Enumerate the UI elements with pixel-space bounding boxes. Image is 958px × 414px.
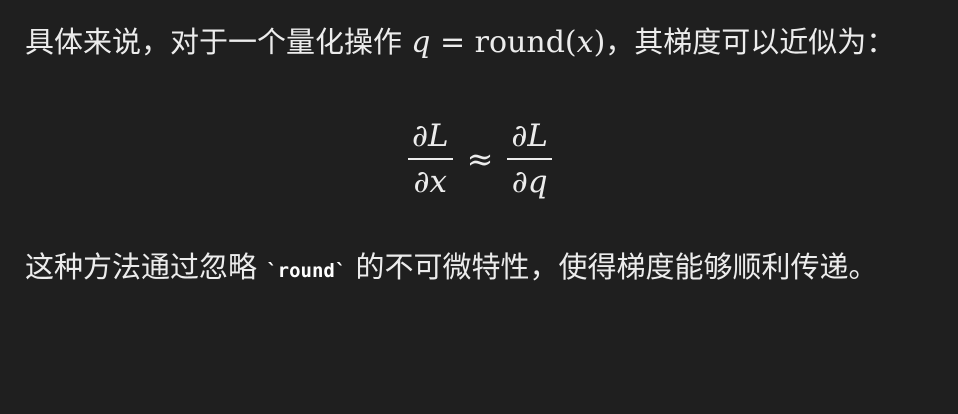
explanation-text-tail: 的不可微特性，使得梯度能够顺利传递。: [346, 250, 878, 284]
answer-content: 具体来说，对于一个量化操作 q = round(x)，其梯度可以近似为： ∂L …: [25, 0, 935, 297]
math-paren-close: ): [593, 25, 606, 60]
math-var-x: x: [576, 25, 594, 60]
math-equals: =: [430, 25, 475, 60]
lhs-fraction-bar: [407, 158, 453, 160]
lhs-numerator: ∂L: [411, 118, 449, 154]
paragraph-intro: 具体来说，对于一个量化操作 q = round(x)，其梯度可以近似为：: [25, 0, 935, 68]
math-paren-open: (: [564, 25, 577, 60]
inline-math-formula: q = round(x): [411, 25, 605, 60]
inline-code-round: `round`: [266, 260, 347, 282]
display-equation: ∂L ∂x ≈ ∂L ∂q: [25, 106, 935, 212]
approx-symbol: ≈: [466, 140, 494, 178]
rhs-fraction-bar: [507, 158, 553, 160]
rhs-denominator: ∂q: [511, 164, 548, 200]
paragraph-explanation: 这种方法通过忽略 `round` 的不可微特性，使得梯度能够顺利传递。: [25, 242, 935, 297]
explanation-text: 这种方法通过忽略: [25, 250, 267, 284]
rhs-numerator: ∂L: [511, 118, 549, 154]
rhs-fraction: ∂L ∂q: [507, 117, 553, 201]
math-round-fn: round: [474, 25, 565, 60]
intro-text: 具体来说，对于一个量化操作: [25, 25, 412, 59]
lhs-fraction: ∂L ∂x: [407, 117, 453, 201]
math-var-q: q: [411, 25, 431, 60]
intro-text-tail: ，其梯度可以近似为：: [605, 25, 896, 59]
lhs-denominator: ∂x: [413, 164, 448, 200]
